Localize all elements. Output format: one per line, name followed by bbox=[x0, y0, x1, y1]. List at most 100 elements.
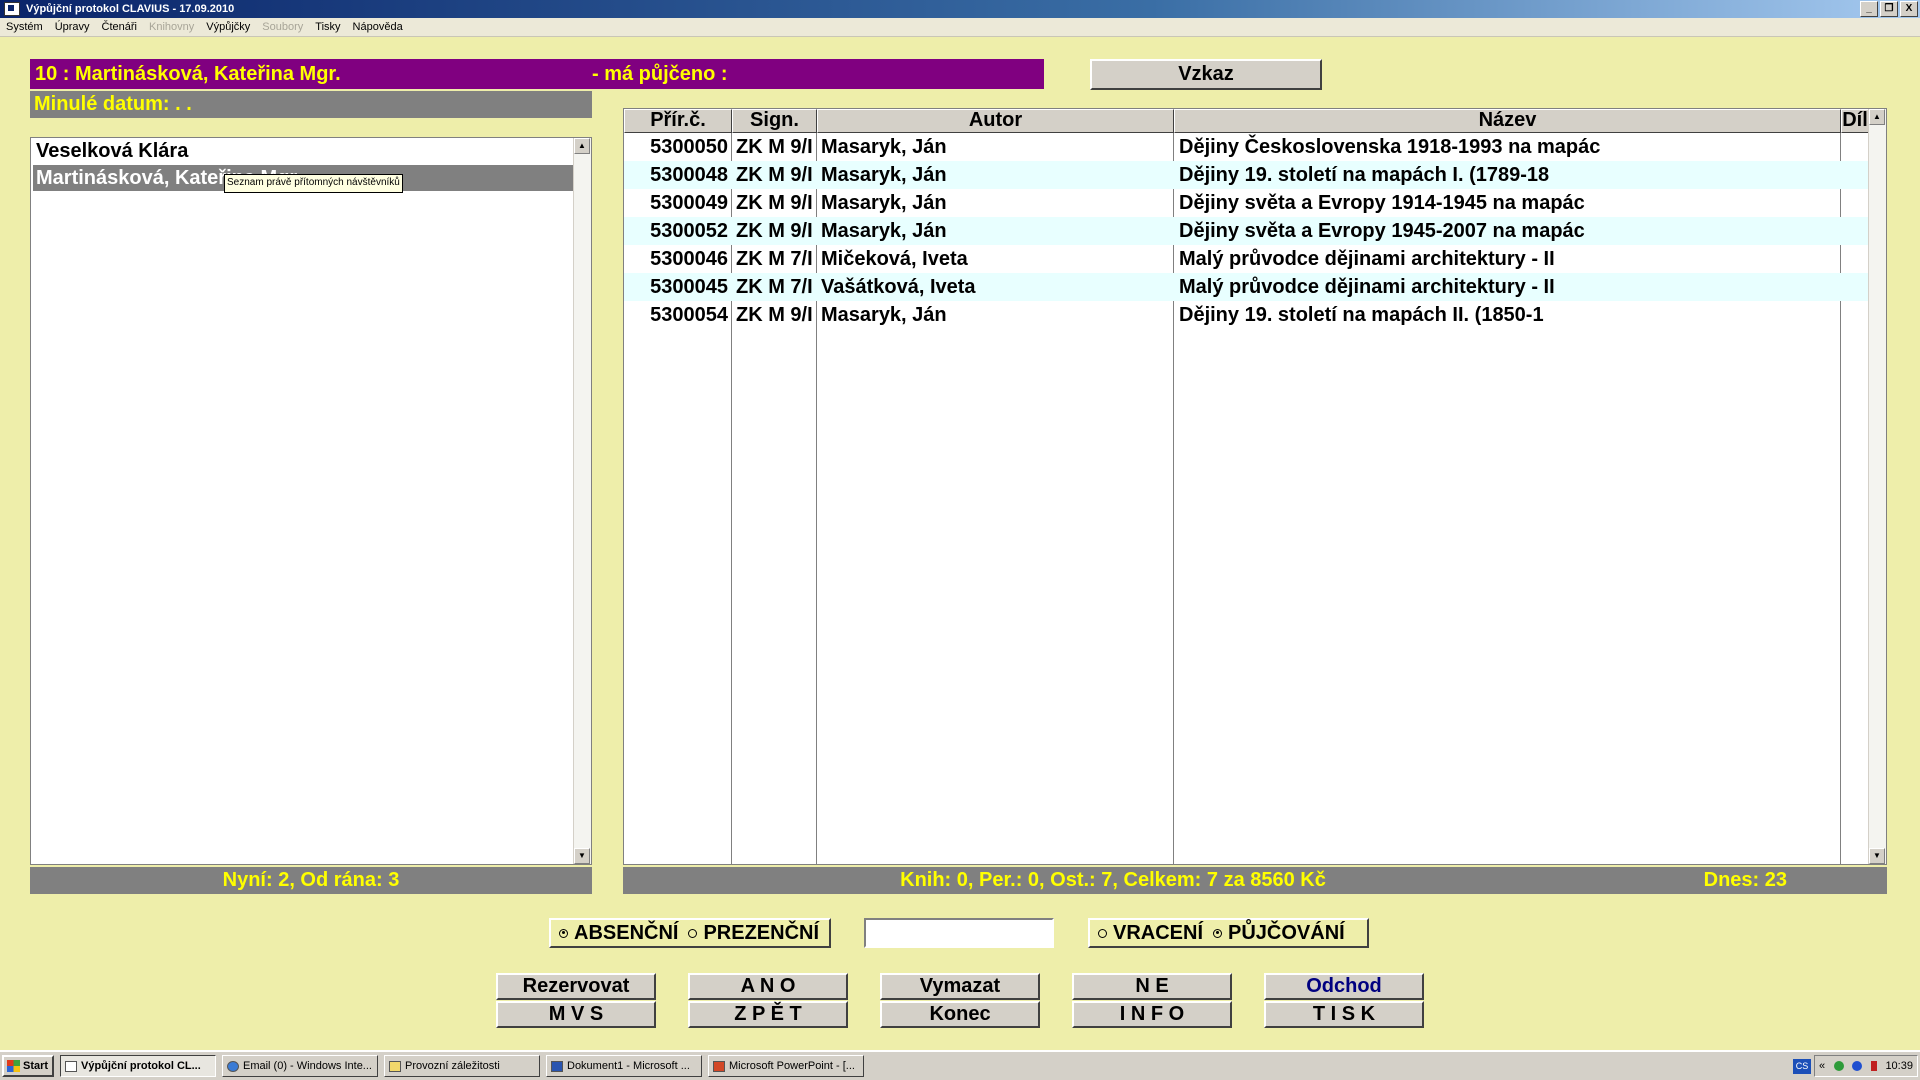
window-title: Výpůjční protokol CLAVIUS - 17.09.2010 bbox=[26, 3, 235, 15]
message-button[interactable]: Vzkaz bbox=[1090, 59, 1322, 90]
info-button[interactable]: I N F O bbox=[1072, 1001, 1232, 1028]
reserve-button[interactable]: Rezervovat bbox=[496, 973, 656, 1000]
visitor-list-scrollbar[interactable]: ▲ ▼ bbox=[573, 138, 591, 864]
cell-part bbox=[1843, 133, 1867, 161]
cell-author: Masaryk, Ján bbox=[821, 220, 947, 242]
scroll-down-icon[interactable]: ▼ bbox=[574, 848, 590, 864]
column-header-signature[interactable]: Sign. bbox=[732, 109, 817, 133]
ill-button[interactable]: M V S bbox=[496, 1001, 656, 1028]
loan-row[interactable]: 5300054 ZK M 9/I Masaryk, Ján Dějiny 19. st… bbox=[624, 301, 1869, 329]
loan-row[interactable]: 5300045 ZK M 7/I Vašátková, Iveta Malý prův… bbox=[624, 273, 1869, 301]
start-button[interactable]: Start bbox=[2, 1055, 54, 1077]
language-indicator[interactable]: CS bbox=[1793, 1059, 1811, 1074]
back-button[interactable]: Z P Ě T bbox=[688, 1001, 848, 1028]
internet-explorer-icon bbox=[227, 1060, 239, 1072]
menu-knihovny: Knihovny bbox=[149, 21, 195, 33]
title-bar[interactable]: Výpůjční protokol CLAVIUS - 17.09.2010 _… bbox=[0, 0, 1920, 18]
task-label: Dokument1 - Microsoft ... bbox=[567, 1060, 690, 1072]
cell-signature: ZK M 9/I bbox=[736, 220, 813, 242]
radio-empty-icon bbox=[688, 928, 698, 938]
system-tray: « 10:39 bbox=[1814, 1055, 1918, 1077]
cell-title: Dějiny 19. století na mapách I. (1789-18 bbox=[1179, 164, 1550, 186]
radio-selected-icon bbox=[559, 928, 568, 938]
task-clavius[interactable]: Výpůjční protokol CL... bbox=[60, 1055, 216, 1077]
task-label: Výpůjční protokol CL... bbox=[81, 1060, 201, 1072]
borrowed-label: - má půjčeno : bbox=[592, 63, 728, 85]
radio-prezencni[interactable]: PREZENČNÍ bbox=[688, 920, 819, 946]
tray-expand-icon[interactable]: « bbox=[1819, 1060, 1825, 1072]
loan-row[interactable]: 5300046 ZK M 7/I Mičeková, Iveta Malý průvo… bbox=[624, 245, 1869, 273]
cell-accession: 5300046 bbox=[650, 248, 728, 270]
radio-absencni[interactable]: ABSENČNÍ bbox=[559, 920, 678, 946]
loan-row[interactable]: 5300052 ZK M 9/I Masaryk, Ján Dějiny světa … bbox=[624, 217, 1869, 245]
antivirus-icon[interactable] bbox=[1870, 1061, 1877, 1071]
word-icon bbox=[551, 1060, 563, 1072]
scroll-down-icon[interactable]: ▼ bbox=[1869, 848, 1885, 864]
scroll-up-icon[interactable]: ▲ bbox=[574, 138, 590, 154]
cell-author: Masaryk, Ján bbox=[821, 164, 947, 186]
radio-vraceni[interactable]: VRACENÍ bbox=[1098, 920, 1203, 946]
cell-author: Masaryk, Ján bbox=[821, 192, 947, 214]
barcode-input[interactable] bbox=[866, 920, 1052, 946]
visitor-list[interactable]: Veselková Klára Martinásková, Kateřina M… bbox=[30, 137, 592, 865]
menu-ctenari[interactable]: Čtenáři bbox=[96, 21, 143, 33]
patron-name: 10 : Martinásková, Kateřina Mgr. bbox=[35, 63, 341, 85]
close-button[interactable]: X bbox=[1900, 1, 1918, 17]
menu-bar: Systém Úpravy Čtenáři Knihovny Výpůjčky … bbox=[0, 18, 1920, 37]
barcode-field[interactable] bbox=[864, 918, 1054, 948]
task-word[interactable]: Dokument1 - Microsoft ... bbox=[546, 1055, 702, 1077]
menu-tisky[interactable]: Tisky bbox=[309, 21, 346, 33]
cell-accession: 5300052 bbox=[650, 220, 728, 242]
cell-signature: ZK M 9/I bbox=[736, 192, 813, 214]
menu-vypujcky[interactable]: Výpůjčky bbox=[200, 21, 256, 33]
scroll-up-icon[interactable]: ▲ bbox=[1869, 109, 1885, 125]
task-email[interactable]: Email (0) - Windows Inte... bbox=[222, 1055, 378, 1077]
loans-scrollbar[interactable]: ▲ ▼ bbox=[1868, 109, 1886, 864]
security-icon[interactable] bbox=[1852, 1061, 1863, 1071]
menu-upravy[interactable]: Úpravy bbox=[49, 21, 96, 33]
no-button[interactable]: N E bbox=[1072, 973, 1232, 1000]
patron-header: 10 : Martinásková, Kateřina Mgr. - má pů… bbox=[30, 59, 1044, 89]
radio-pujcovani[interactable]: PŮJČOVÁNÍ bbox=[1213, 920, 1345, 946]
radio-absencni-label: ABSENČNÍ bbox=[574, 922, 679, 944]
loan-row[interactable]: 5300049 ZK M 9/I Masaryk, Ján Dějiny světa … bbox=[624, 189, 1869, 217]
menu-napoveda[interactable]: Nápověda bbox=[347, 21, 409, 33]
cell-author: Masaryk, Ján bbox=[821, 136, 947, 158]
column-header-author[interactable]: Autor bbox=[817, 109, 1174, 133]
radio-empty-icon bbox=[1098, 928, 1107, 938]
task-folder[interactable]: Provozní záležitosti bbox=[384, 1055, 540, 1077]
task-powerpoint[interactable]: Microsoft PowerPoint - [... bbox=[708, 1055, 864, 1077]
leave-button[interactable]: Odchod bbox=[1264, 973, 1424, 1000]
delete-button[interactable]: Vymazat bbox=[880, 973, 1040, 1000]
radio-prezencni-label: PREZENČNÍ bbox=[703, 922, 820, 944]
menu-system[interactable]: Systém bbox=[0, 21, 49, 33]
minimize-button[interactable]: _ bbox=[1860, 1, 1878, 17]
cell-signature: ZK M 9/I bbox=[736, 136, 813, 158]
task-label: Email (0) - Windows Inte... bbox=[243, 1060, 372, 1072]
radio-vraceni-label: VRACENÍ bbox=[1113, 922, 1204, 944]
clavius-icon bbox=[65, 1060, 77, 1072]
print-button[interactable]: T I S K bbox=[1264, 1001, 1424, 1028]
restore-button[interactable]: ❐ bbox=[1880, 1, 1898, 17]
cell-part bbox=[1843, 161, 1867, 189]
yes-button[interactable]: A N O bbox=[688, 973, 848, 1000]
column-header-part[interactable]: Díl bbox=[1841, 109, 1869, 133]
network-icon[interactable] bbox=[1833, 1061, 1844, 1071]
loan-row[interactable]: 5300048 ZK M 9/I Masaryk, Ján Dějiny 19. st… bbox=[624, 161, 1869, 189]
task-label: Provozní záležitosti bbox=[405, 1060, 500, 1072]
folder-icon bbox=[389, 1060, 401, 1072]
loan-row[interactable]: 5300050 ZK M 9/I Masaryk, Ján Dějiny Českos… bbox=[624, 133, 1869, 161]
cell-accession: 5300049 bbox=[650, 192, 728, 214]
app-icon bbox=[4, 2, 20, 16]
cell-signature: ZK M 9/I bbox=[736, 304, 813, 326]
visitor-status: Nyní: 2, Od rána: 3 bbox=[30, 867, 592, 894]
loans-table[interactable]: Přír.č. Sign. Autor Název Díl 5300050 ZK … bbox=[623, 108, 1887, 865]
mode-group: VRACENÍ PŮJČOVÁNÍ bbox=[1088, 918, 1369, 948]
column-header-title[interactable]: Název bbox=[1174, 109, 1841, 133]
column-header-accession[interactable]: Přír.č. bbox=[624, 109, 732, 133]
exit-button[interactable]: Konec bbox=[880, 1001, 1040, 1028]
clock[interactable]: 10:39 bbox=[1885, 1060, 1913, 1072]
cell-accession: 5300045 bbox=[650, 276, 728, 298]
visitor-item[interactable]: Veselková Klára bbox=[33, 138, 573, 164]
loans-status-bar: Knih: 0, Per.: 0, Ost.: 7, Celkem: 7 za … bbox=[623, 867, 1887, 894]
